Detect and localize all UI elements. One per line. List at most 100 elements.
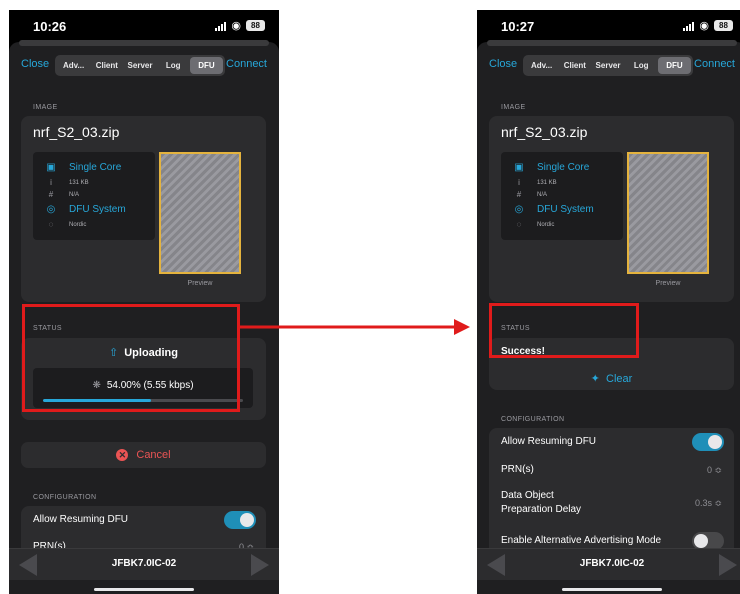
system-name: DFU System [69, 204, 126, 215]
cancel-x-icon: ✕ [116, 449, 129, 461]
size-row: i 131 KB [45, 178, 89, 187]
image-section-label: IMAGE [33, 104, 58, 111]
connect-button[interactable]: Connect [694, 58, 735, 70]
image-card[interactable]: nrf_S2_03.zip ▣ Single Core i 131 KB # N… [21, 116, 266, 302]
device-name: JFBK7.0IC-02 [579, 558, 645, 569]
tab-server[interactable]: Server [123, 57, 156, 74]
allow-resuming-label: Allow Resuming DFU [33, 514, 129, 525]
chip-icon: ▣ [46, 162, 56, 173]
vendor-row: ◌ Nordic [45, 220, 87, 229]
image-filename: nrf_S2_03.zip [501, 124, 588, 140]
image-filename: nrf_S2_03.zip [33, 124, 120, 140]
system-row: ◎ DFU System [45, 204, 126, 215]
status-bar: 10:27 ◉ 88 [477, 10, 740, 44]
tab-log[interactable]: Log [157, 57, 190, 74]
image-preview[interactable] [627, 152, 709, 274]
tab-segmented-control: Adv... Client Server Log DFU [523, 55, 693, 76]
tab-segmented-control: Adv... Client Server Log DFU [55, 55, 225, 76]
connect-button[interactable]: Connect [226, 58, 267, 70]
image-card[interactable]: nrf_S2_03.zip ▣ Single Core i 131 KB # N… [489, 116, 734, 302]
close-button[interactable]: Close [21, 58, 49, 70]
image-preview[interactable] [159, 152, 241, 274]
core-type: Single Core [69, 162, 122, 173]
system-row: ◎ DFU System [513, 204, 594, 215]
data-object-label-line2: Preparation Delay [501, 504, 582, 515]
home-indicator[interactable] [562, 588, 662, 591]
close-button[interactable]: Close [489, 58, 517, 70]
hash-value: N/A [537, 191, 548, 198]
prn-row[interactable]: PRN(s) 0 ≎ [489, 456, 734, 482]
tab-client[interactable]: Client [90, 57, 123, 74]
tab-advertiser[interactable]: Adv... [525, 57, 558, 74]
image-info-box: ▣ Single Core i 131 KB # N/A ◎ DFU Syste… [33, 152, 155, 240]
next-device-arrow-icon[interactable] [719, 554, 737, 576]
allow-resuming-toggle[interactable] [692, 433, 724, 451]
tab-log[interactable]: Log [625, 57, 658, 74]
tab-server[interactable]: Server [591, 57, 624, 74]
device-bar: JFBK7.0IC-02 [477, 548, 740, 580]
battery-icon: 88 [246, 20, 265, 31]
tab-dfu[interactable]: DFU [657, 57, 692, 74]
file-size: 131 KB [69, 179, 89, 186]
allow-resuming-label: Allow Resuming DFU [501, 436, 597, 447]
allow-resuming-row: Allow Resuming DFU [21, 506, 266, 534]
nordic-icon: ◌ [48, 220, 54, 229]
hash-value: N/A [69, 191, 80, 198]
configuration-section-label: CONFIGURATION [33, 494, 97, 501]
battery-icon: 88 [714, 20, 733, 31]
info-icon: i [518, 178, 520, 187]
cellular-signal-icon [683, 21, 695, 31]
status-bar: 10:26 ◉ 88 [9, 10, 279, 44]
preview-label: Preview [187, 280, 213, 287]
right-phone-screen: 10:27 ◉ 88 Close Adv... Client Server Lo… [477, 10, 740, 594]
flow-arrow-icon [240, 319, 470, 335]
vendor-row: ◌ Nordic [513, 220, 555, 229]
alt-advertising-label: Enable Alternative Advertising Mode [501, 535, 662, 546]
core-row: ▣ Single Core [513, 162, 589, 173]
nav-bar: Close Adv... Client Server Log DFU Conne… [9, 52, 279, 80]
wifi-icon: ◉ [231, 19, 241, 32]
image-section-label: IMAGE [501, 104, 526, 111]
uploading-highlight-box [22, 304, 240, 412]
clock: 10:26 [33, 19, 67, 34]
device-name: JFBK7.0IC-02 [111, 558, 177, 569]
vendor-name: Nordic [69, 221, 87, 228]
chip-icon: ▣ [514, 162, 524, 173]
data-object-label-line1: Data Object [501, 490, 554, 501]
clear-sparkle-icon: ✦ [590, 373, 600, 385]
core-type: Single Core [537, 162, 590, 173]
image-info-box: ▣ Single Core i 131 KB # N/A ◎ DFU Syste… [501, 152, 623, 240]
left-phone-screen: 10:26 ◉ 88 Close Adv... Client Server Lo… [9, 10, 279, 594]
cancel-button[interactable]: ✕ Cancel [21, 442, 266, 468]
size-row: i 131 KB [513, 178, 557, 187]
allow-resuming-toggle[interactable] [224, 511, 256, 529]
hash-row: # N/A [513, 190, 547, 199]
allow-resuming-row: Allow Resuming DFU [489, 428, 734, 456]
info-icon: i [50, 178, 52, 187]
data-object-delay-row[interactable]: Data Object Preparation Delay 0.3s ≎ [489, 484, 734, 524]
cellular-signal-icon [215, 21, 227, 31]
cancel-label: Cancel [136, 449, 171, 461]
prn-stepper[interactable]: 0 ≎ [707, 465, 722, 476]
hash-icon: # [516, 190, 522, 199]
system-indicators: ◉ 88 [683, 20, 733, 31]
configuration-section-label: CONFIGURATION [501, 416, 565, 423]
hash-icon: # [48, 190, 54, 199]
sheet-background-edge [487, 40, 737, 46]
home-indicator[interactable] [94, 588, 194, 591]
data-object-delay-stepper[interactable]: 0.3s ≎ [695, 498, 722, 509]
tab-advertiser[interactable]: Adv... [57, 57, 90, 74]
clear-button[interactable]: ✦ Clear [489, 372, 734, 385]
dfu-system-icon: ◎ [514, 204, 524, 215]
system-name: DFU System [537, 204, 594, 215]
wifi-icon: ◉ [699, 19, 709, 32]
system-indicators: ◉ 88 [215, 20, 265, 31]
tab-dfu[interactable]: DFU [189, 57, 224, 74]
tab-client[interactable]: Client [558, 57, 591, 74]
clear-label: Clear [606, 373, 633, 385]
next-device-arrow-icon[interactable] [251, 554, 269, 576]
core-row: ▣ Single Core [45, 162, 121, 173]
preview-label: Preview [655, 280, 681, 287]
nav-bar: Close Adv... Client Server Log DFU Conne… [477, 52, 740, 80]
device-bar: JFBK7.0IC-02 [9, 548, 279, 580]
